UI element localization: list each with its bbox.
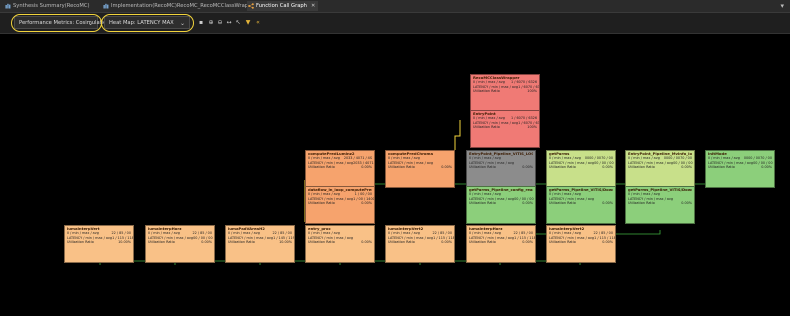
- call-graph-canvas[interactable]: RecoMCClassWrapper II / min / max / avg 1 …: [0, 34, 790, 316]
- node-metric-value: 100%: [527, 89, 537, 94]
- node-metric-label: Utilization Ratio: [308, 240, 335, 245]
- call-graph-node[interactable]: dataflow_in_loop_computePredL II / min / …: [305, 186, 375, 224]
- call-graph-node[interactable]: getParms_Pipeline_VITIS/DownRead_1II / m…: [546, 186, 616, 224]
- call-graph-node[interactable]: lumaInterpHorz II / min / max / avg 22 / 8…: [466, 225, 536, 263]
- call-graph-node[interactable]: computePredChroma II / min / max / avg LAT…: [385, 150, 455, 188]
- node-metric-label: Utilization Ratio: [473, 125, 500, 130]
- node-metric-label: Utilization Ratio: [469, 201, 496, 206]
- call-graph-node[interactable]: initMode II / min / max / avg 0000 / 0070 …: [705, 150, 775, 188]
- node-metric-value: 0.00%: [361, 240, 372, 245]
- node-metric-value: 0.00%: [361, 201, 372, 206]
- node-metric-value: 0.00%: [361, 165, 372, 170]
- node-metric-label: Utilization Ratio: [469, 240, 496, 245]
- report-icon: [5, 3, 11, 9]
- call-graph-node[interactable]: getParms_Pipeline_config_read_loopII / m…: [466, 186, 536, 224]
- node-metric-value: 0.00%: [681, 201, 692, 206]
- node-metric-label: Utilization Ratio: [549, 240, 576, 245]
- node-metric-label: Utilization Ratio: [708, 165, 735, 170]
- call-graph-node[interactable]: lumaInterpHorz II / min / max / avg 22 / 8…: [145, 225, 215, 263]
- node-metric-value: 10.00%: [279, 240, 292, 245]
- node-metric-label: Utilization Ratio: [473, 89, 500, 94]
- tab-label: Function Call Graph: [256, 3, 307, 9]
- node-metric-value: 10.00%: [118, 240, 131, 245]
- node-metric-value: 0.00%: [681, 165, 692, 170]
- tab-label: Synthesis Summary(RecoMC): [13, 3, 90, 9]
- tab-bar: Synthesis Summary(RecoMC) Implementation…: [0, 0, 790, 13]
- call-graph-node[interactable]: EntryPoint II / min / max / avg 1 / 6070 /…: [470, 110, 540, 148]
- node-metric-label: Utilization Ratio: [469, 165, 496, 170]
- close-icon[interactable]: ✕: [311, 3, 315, 9]
- call-graph-node[interactable]: entry_proc II / min / max / avg LATENCY / …: [305, 225, 375, 263]
- node-metric-label: Utilization Ratio: [549, 201, 576, 206]
- tab-synthesis-summary[interactable]: Synthesis Summary(RecoMC): [4, 1, 107, 11]
- node-metric-value: 0.00%: [602, 201, 613, 206]
- node-metric-value: 0.00%: [761, 165, 772, 170]
- node-metric-label: Utilization Ratio: [388, 240, 415, 245]
- tab-implementation[interactable]: Implementation(RecoMC)RecoMC_RecoMCClass…: [102, 1, 287, 11]
- graph-toolbar: Performance Metrics: Cosimulation ⌄ Heat …: [0, 13, 790, 34]
- save-image-icon[interactable]: ▪: [197, 19, 205, 26]
- report-icon: [103, 3, 109, 9]
- tab-function-call-graph[interactable]: Function Call Graph ✕: [247, 1, 318, 11]
- node-metric-label: Utilization Ratio: [628, 201, 655, 206]
- call-graph-node[interactable]: lumaInterpVert2 II / min / max / avg 22 / …: [546, 225, 616, 263]
- call-graph-node[interactable]: RecoMCClassWrapper II / min / max / avg 1 …: [470, 74, 540, 112]
- collapse-icon[interactable]: «: [254, 19, 262, 26]
- call-graph-node[interactable]: lumaPadVAreaH2 II / min / max / avg 22 / 8…: [225, 225, 295, 263]
- call-graph-node[interactable]: computePredLuminz2 II / min / max / avg 20…: [305, 150, 375, 188]
- call-graph-node[interactable]: getParms_Pipeline_VITIS/DownRead_2II / m…: [625, 186, 695, 224]
- zoom-in-icon[interactable]: ⊕: [207, 19, 215, 26]
- node-metric-value: 0.00%: [602, 240, 613, 245]
- node-metric-value: 0.00%: [201, 240, 212, 245]
- node-metric-label: Utilization Ratio: [148, 240, 175, 245]
- node-metric-value: 100%: [527, 125, 537, 130]
- node-metric-value: 0.00%: [522, 165, 533, 170]
- filter-icon[interactable]: ▼: [244, 19, 252, 26]
- node-metric-label: Utilization Ratio: [308, 165, 335, 170]
- highlight-outline: [11, 14, 102, 32]
- call-graph-node[interactable]: lumaInterpVert II / min / max / avg 22 / 8…: [64, 225, 134, 263]
- node-metric-label: Utilization Ratio: [388, 165, 415, 170]
- chevron-down-icon[interactable]: ▾: [780, 1, 784, 11]
- node-metric-label: Utilization Ratio: [628, 165, 655, 170]
- node-metric-value: 0.00%: [522, 240, 533, 245]
- call-graph-node[interactable]: EntryPoint_Pipeline_Mvinfo_loop_VITIS_II…: [625, 150, 695, 188]
- node-metric-value: 0.00%: [441, 165, 452, 170]
- call-graph-node[interactable]: EntryPoint_Pipeline_VITIS_LOOP_IN1_1II /…: [466, 150, 536, 188]
- graph-icon: [248, 3, 254, 9]
- node-metric-value: 0.00%: [522, 201, 533, 206]
- fit-view-icon[interactable]: ↔: [225, 19, 233, 26]
- call-graph-node[interactable]: getParms II / min / max / avg 0000 / 0070 …: [546, 150, 616, 188]
- node-metric-label: Utilization Ratio: [228, 240, 255, 245]
- node-metric-label: Utilization Ratio: [308, 201, 335, 206]
- highlight-outline: [101, 14, 194, 32]
- call-graph-node[interactable]: lumaInterpVert2 II / min / max / avg 22 / …: [385, 225, 455, 263]
- pointer-icon[interactable]: ↖: [234, 19, 242, 26]
- node-metric-label: Utilization Ratio: [67, 240, 94, 245]
- node-metric-value: 0.00%: [602, 165, 613, 170]
- node-metric-label: Utilization Ratio: [549, 165, 576, 170]
- node-metric-value: 0.00%: [441, 240, 452, 245]
- zoom-out-icon[interactable]: ⊖: [216, 19, 224, 26]
